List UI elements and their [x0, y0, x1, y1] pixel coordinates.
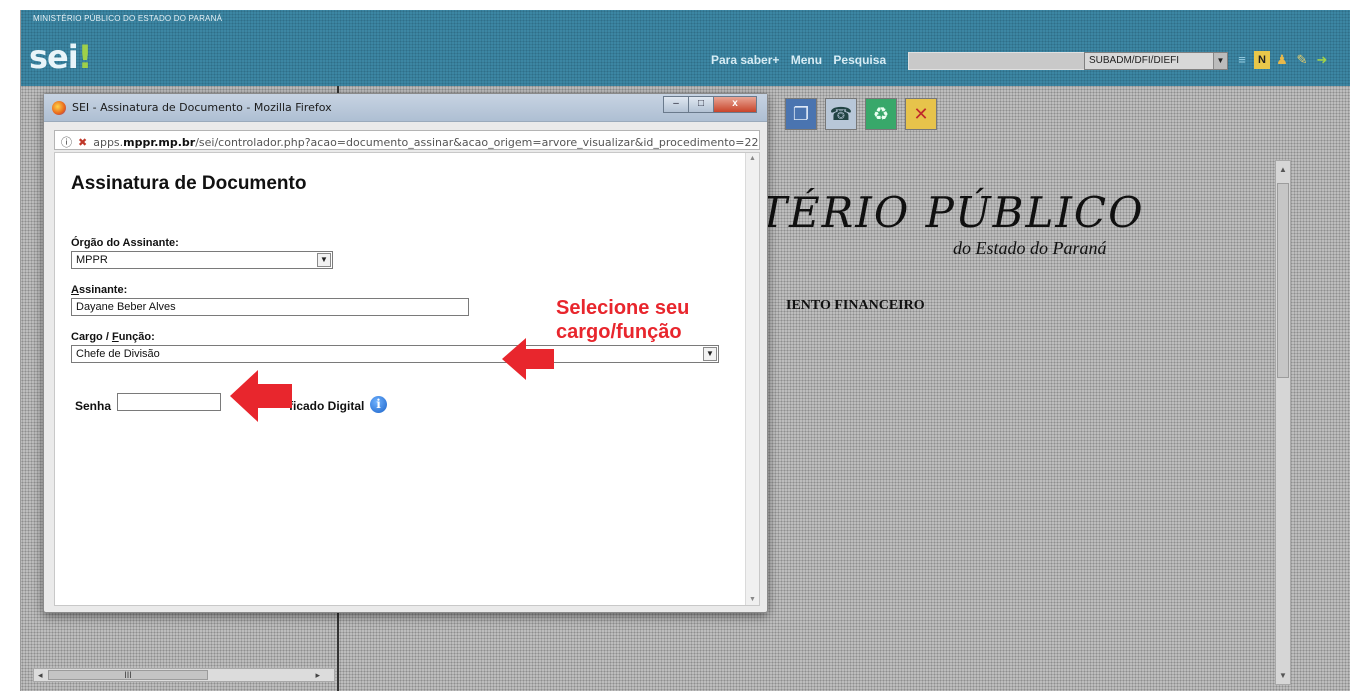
dialog-titlebar[interactable]: SEI - Assinatura de Documento - Mozilla …: [44, 94, 767, 122]
dialog-window-title: SEI - Assinatura de Documento - Mozilla …: [72, 101, 332, 114]
minimize-button[interactable]: –: [663, 96, 689, 113]
list-icon[interactable]: ≡: [1234, 51, 1250, 69]
dialog-scrollbar[interactable]: ▲ ▼: [745, 153, 759, 605]
wrench-icon[interactable]: ✎: [1294, 51, 1310, 69]
red-arrow-cargo: [502, 338, 554, 380]
orgao-select-value: MPPR: [76, 254, 108, 266]
link-menu[interactable]: Menu: [791, 53, 822, 67]
trash-icon[interactable]: ♻: [865, 98, 897, 130]
sei-logo[interactable]: sei!: [29, 38, 93, 76]
window-controls: – □ x: [663, 96, 757, 113]
link-para-saber[interactable]: Para saber+: [711, 53, 779, 67]
link-pesquisa[interactable]: Pesquisa: [833, 53, 886, 67]
scroll-down-icon[interactable]: ▼: [746, 596, 759, 603]
top-navigation-bar: MINISTÉRIO PÚBLICO DO ESTADO DO PARANÁ s…: [21, 10, 1350, 86]
top-icon-group: ≡ N ♟ ✎ ➜: [1234, 51, 1330, 69]
search-input[interactable]: [908, 52, 1086, 70]
logo-bang: !: [77, 38, 93, 76]
cancel-icon[interactable]: ✕: [905, 98, 937, 130]
tree-horizontal-scrollbar[interactable]: ◂ III ▸: [33, 668, 335, 682]
hscroll-thumb[interactable]: III: [48, 670, 208, 680]
info-icon[interactable]: i: [370, 396, 387, 413]
red-arrow-senha: [230, 370, 292, 422]
scroll-down-icon[interactable]: ▼: [1276, 671, 1290, 680]
scroll-left-icon[interactable]: ◂: [38, 670, 43, 681]
cargo-label-start: Cargo /: [71, 331, 112, 343]
exit-icon[interactable]: ➜: [1314, 51, 1330, 69]
assinante-field[interactable]: Dayane Beber Alves: [71, 298, 469, 316]
document-toolbar: ❐ ☎ ♻ ✕: [785, 98, 937, 130]
cargo-label-rest: unção:: [118, 331, 155, 343]
annotation-text: Selecione seu cargo/função: [556, 296, 689, 344]
url-path: /sei/controlador.php?acao=documento_assi…: [195, 136, 759, 149]
document-scrollbar[interactable]: ▲ ▼: [1275, 160, 1291, 685]
close-button[interactable]: x: [713, 96, 757, 113]
insecure-lock-icon[interactable]: ✖: [78, 136, 87, 149]
maximize-button[interactable]: □: [688, 96, 714, 113]
top-links: Para saber+ Menu Pesquisa: [711, 53, 894, 67]
dialog-content: Assinatura de Documento Órgão do Assinan…: [54, 152, 760, 606]
organization-name: MINISTÉRIO PÚBLICO DO ESTADO DO PARANÁ: [33, 14, 223, 23]
unit-select[interactable]: SUBADM/DFI/DIEFI ▼: [1084, 52, 1228, 70]
senha-label: Senha: [75, 399, 112, 413]
certificado-digital-label[interactable]: ficado Digital: [289, 399, 364, 413]
scrollbar-thumb[interactable]: [1277, 183, 1289, 378]
cargo-label: Cargo / Função:: [71, 331, 155, 343]
cargo-label-accesskey: F: [111, 331, 119, 343]
copy-icon[interactable]: ❐: [785, 98, 817, 130]
document-heading: TÉRIO PÚBLICO: [759, 188, 1145, 237]
cargo-select-value: Chefe de Divisão: [76, 348, 160, 360]
url-bar[interactable]: ⓘ ✖ apps.mppr.mp.br/sei/controlador.php?ac…: [54, 130, 760, 150]
logo-text: sei: [29, 38, 79, 76]
url-domain: mppr.mp.br: [123, 136, 196, 149]
assinante-label-text: ssinante:: [78, 284, 128, 296]
document-subheading: do Estado do Paraná: [953, 238, 1107, 258]
scroll-up-icon[interactable]: ▲: [1276, 165, 1290, 174]
info-icon[interactable]: ⓘ: [61, 136, 72, 149]
cargo-select[interactable]: Chefe de Divisão ▼: [71, 345, 719, 363]
chevron-down-icon[interactable]: ▼: [317, 253, 331, 267]
assinante-label-accesskey: A: [71, 284, 79, 296]
chevron-down-icon[interactable]: ▼: [1213, 53, 1227, 69]
chevron-down-icon[interactable]: ▼: [703, 347, 717, 361]
document-section: IENTO FINANCEIRO: [786, 298, 925, 313]
url-prefix: apps.: [93, 136, 124, 149]
annotation-line-1: Selecione seu: [556, 297, 690, 319]
scroll-right-icon[interactable]: ▸: [315, 670, 320, 681]
orgao-label: Órgão do Assinante:: [71, 237, 179, 249]
firefox-icon: [52, 101, 66, 115]
unit-select-value: SUBADM/DFI/DIEFI: [1089, 55, 1180, 66]
scroll-up-icon[interactable]: ▲: [746, 155, 759, 162]
fax-icon[interactable]: ☎: [825, 98, 857, 130]
form-title: Assinatura de Documento: [71, 173, 307, 194]
signature-dialog-window: SEI - Assinatura de Documento - Mozilla …: [43, 93, 768, 613]
orgao-select[interactable]: MPPR ▼: [71, 251, 333, 269]
assinante-label: Assinante:: [71, 284, 127, 296]
password-field[interactable]: [117, 393, 221, 411]
user-icon[interactable]: ♟: [1274, 51, 1290, 69]
notification-icon[interactable]: N: [1254, 51, 1270, 69]
annotation-line-2: cargo/função: [556, 321, 682, 343]
